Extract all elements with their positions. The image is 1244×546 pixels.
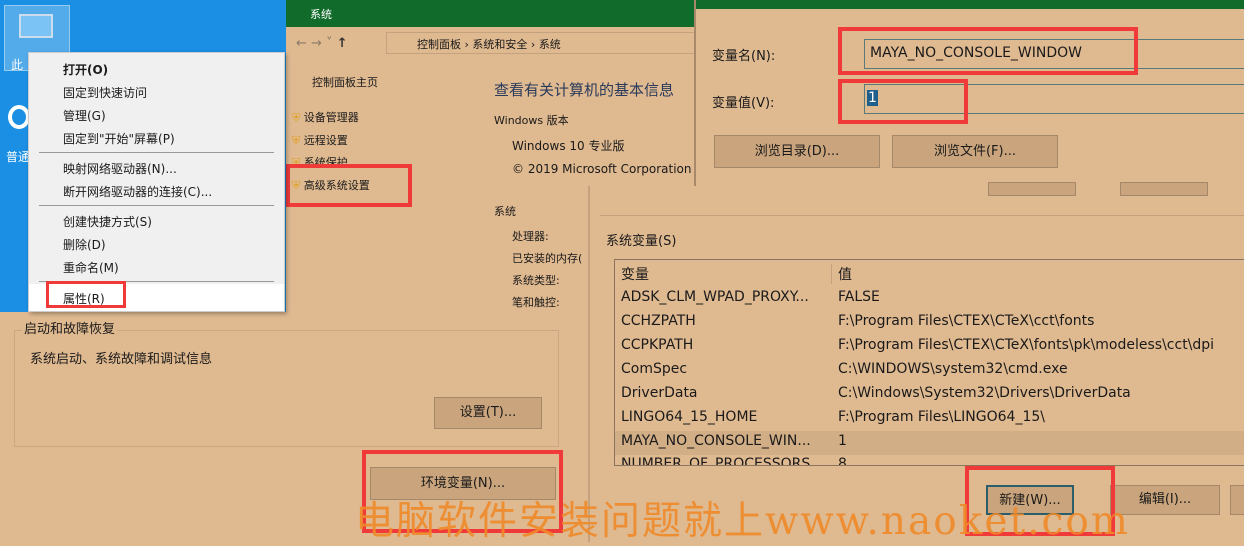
highlight-box: [838, 79, 968, 124]
menu-item-pin-quick-access[interactable]: 固定到快速访问: [63, 84, 147, 101]
nav-buttons[interactable]: ← → ˅ ↑: [296, 36, 348, 51]
address-bar[interactable]: 控制面板 › 系统和安全 › 系统: [386, 32, 706, 54]
control-panel-home-link[interactable]: 控制面板主页: [312, 74, 378, 90]
group-description: 系统启动、系统故障和调试信息: [30, 352, 213, 367]
system-variables-table: 变量 值 ADSK_CLM_WPAD_PROXY... FALSE CCHZPAT…: [614, 259, 1244, 466]
variable-name-label: 变量名(N):: [712, 49, 776, 64]
breadcrumb-item[interactable]: 系统: [539, 38, 561, 51]
browse-directory-button[interactable]: 浏览目录(D)...: [714, 135, 880, 168]
system-window-titlebar: 系统: [286, 0, 694, 27]
user-var-button[interactable]: [988, 182, 1076, 196]
watermark: 电脑软件安装问题就上www.naoket.com: [355, 499, 1130, 544]
monitor-icon: [19, 14, 53, 38]
highlight-box: [46, 281, 126, 308]
table-row[interactable]: LINGO64_15_HOME F:\Program Files\LINGO64_…: [621, 409, 1244, 433]
menu-item-rename[interactable]: 重命名(M): [63, 259, 119, 276]
menu-separator: [39, 152, 274, 153]
delete-variable-button[interactable]: [1230, 485, 1244, 515]
system-fields: 处理器: 已安装的内存(系统类型: 笔和触控:: [512, 230, 583, 309]
section-label: 系统: [494, 205, 516, 218]
browse-file-button[interactable]: 浏览文件(F)...: [892, 135, 1058, 168]
context-menu: 打开(O) 固定到快速访问 管理(G) 固定到"开始"屏幕(P) 映射网络驱动器…: [28, 52, 285, 312]
app-shortcut-icon[interactable]: [8, 105, 30, 129]
table-row[interactable]: CCPKPATH F:\Program Files\CTEX\CTeX\fonts…: [621, 337, 1244, 361]
settings-button[interactable]: 设置(T)...: [434, 397, 542, 429]
menu-item-map-drive[interactable]: 映射网络驱动器(N)...: [63, 160, 177, 177]
breadcrumb-item[interactable]: 控制面板: [417, 38, 461, 51]
window-title: 系统: [310, 8, 332, 21]
user-vars-area: [600, 182, 1244, 216]
variable-value-label: 变量值(V):: [712, 96, 775, 111]
menu-item-create-shortcut[interactable]: 创建快捷方式(S): [63, 213, 152, 230]
menu-item-open[interactable]: 打开(O): [63, 61, 108, 78]
menu-item-manage[interactable]: 管理(G): [63, 107, 106, 124]
menu-item-delete[interactable]: 删除(D): [63, 236, 106, 253]
table-row[interactable]: CCHZPATH F:\Program Files\CTEX\CTeX\cct\f…: [621, 313, 1244, 337]
table-row[interactable]: DriverData C:\Windows\System32\Drivers\Dr…: [621, 385, 1244, 409]
copyright-text: © 2019 Microsoft Corporation。: [512, 162, 692, 176]
desktop-icon-label: 此: [11, 58, 24, 72]
menu-item-disconnect-drive[interactable]: 断开网络驱动器的连接(C)...: [63, 183, 212, 200]
edition-text: Windows 10 专业版: [512, 139, 625, 153]
highlight-box: [286, 164, 412, 207]
column-header-value[interactable]: 值: [831, 264, 852, 284]
shield-icon: ⛨: [292, 133, 301, 147]
table-row-selected[interactable]: MAYA_NO_CONSOLE_WIN... 1: [615, 431, 1244, 455]
desktop-icon-label: 普通: [6, 150, 31, 164]
breadcrumb-item[interactable]: 系统和安全: [472, 38, 527, 51]
page-heading: 查看有关计算机的基本信息: [494, 81, 675, 99]
system-variables-label: 系统变量(S): [606, 234, 677, 249]
user-var-button[interactable]: [1120, 182, 1208, 196]
menu-item-pin-start[interactable]: 固定到"开始"屏幕(P): [63, 130, 175, 147]
section-label: Windows 版本: [494, 114, 569, 127]
highlight-box: [838, 27, 1138, 75]
column-header-variable[interactable]: 变量: [621, 264, 649, 284]
dialog-titlebar: [696, 0, 1244, 9]
shield-icon: ⛨: [292, 111, 301, 124]
table-row[interactable]: NUMBER_OF_PROCESSORS 8: [621, 456, 1244, 465]
device-manager-link[interactable]: ⛨ 设备管理器: [292, 107, 370, 130]
menu-separator: [39, 205, 274, 206]
table-row[interactable]: ComSpec C:\WINDOWS\system32\cmd.exe: [621, 361, 1244, 385]
table-header: 变量 值: [621, 264, 1244, 288]
group-title: 启动和故障恢复: [22, 318, 118, 337]
table-row[interactable]: ADSK_CLM_WPAD_PROXY... FALSE: [621, 289, 1244, 313]
remote-settings-link[interactable]: ⛨ 远程设置: [292, 130, 370, 153]
